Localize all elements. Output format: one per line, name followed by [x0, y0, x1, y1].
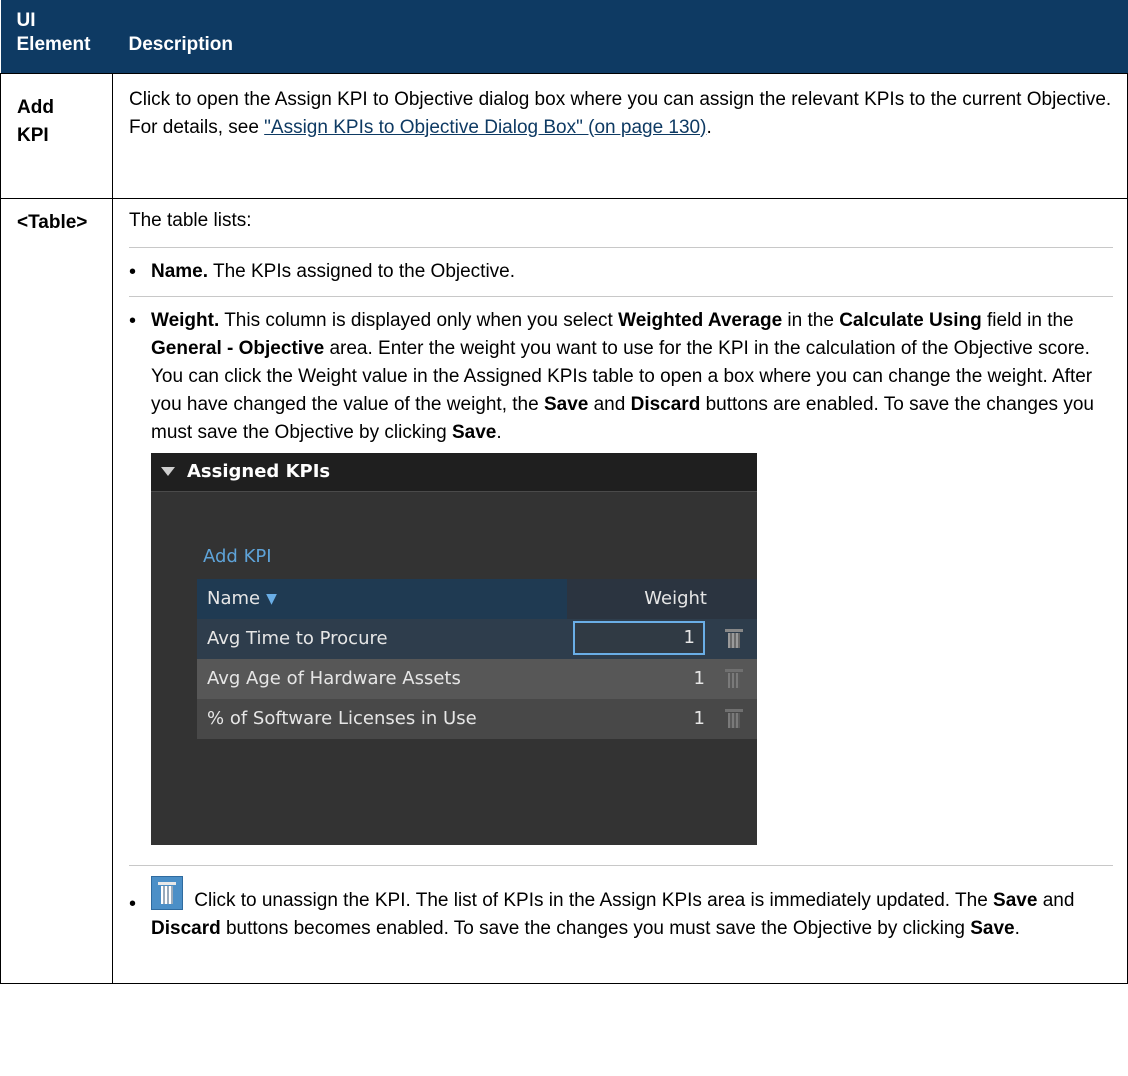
header-description: Description [112, 0, 1128, 73]
table-row[interactable]: Avg Age of Hardware Assets 1 [197, 658, 757, 699]
kpi-name: Avg Time to Procure [207, 627, 388, 649]
bullet-icon: • [129, 260, 137, 283]
description-table: The table lists: • Name. The KPIs assign… [112, 197, 1128, 984]
trash-icon[interactable] [725, 668, 743, 689]
collapse-triangle-icon[interactable] [161, 467, 175, 476]
list-item: • Weight. This column is displayed only … [129, 295, 1113, 865]
unassign-trash-icon [151, 875, 183, 910]
assigned-kpis-header[interactable]: Assigned KPIs [151, 452, 757, 492]
kpi-table: Name ▼ Weight Avg Time to Procure 1 Avg A… [197, 578, 757, 739]
kpi-table-header: Name ▼ Weight [197, 578, 757, 619]
sort-down-icon[interactable]: ▼ [266, 585, 277, 613]
assign-kpis-link[interactable]: "Assign KPIs to Objective Dialog Box" (o… [264, 117, 706, 138]
table-row: Add KPI Click to open the Assign KPI to O… [0, 72, 1128, 199]
add-kpi-link[interactable]: Add KPI [203, 543, 272, 571]
table-header-row: UI Element Description [0, 0, 1128, 73]
assigned-kpis-screenshot: Assigned KPIs Add KPI Name ▼ Weight Avg T… [151, 452, 757, 845]
list-item: • Name. The KPIs assigned to the Objecti… [129, 246, 1113, 296]
element-table: <Table> [0, 197, 113, 984]
name-column-header[interactable]: Name ▼ [197, 578, 567, 619]
kpi-weight[interactable]: 1 [567, 705, 717, 733]
element-add-kpi: Add KPI [0, 72, 113, 199]
table-row: <Table> The table lists: • Name. The KPI… [0, 197, 1128, 984]
kpi-name: % of Software Licenses in Use [207, 707, 477, 729]
weight-column-header[interactable]: Weight [567, 585, 717, 613]
table-row[interactable]: Avg Time to Procure 1 [197, 618, 757, 659]
table-intro: The table lists: [129, 209, 252, 231]
description-add-kpi: Click to open the Assign KPI to Objectiv… [112, 72, 1128, 199]
trash-icon[interactable] [725, 708, 743, 729]
list-item: • Click to unassign the KPI. The list of… [129, 864, 1113, 953]
kpi-weight[interactable]: 1 [567, 665, 717, 693]
bullet-icon: • [129, 892, 137, 915]
header-ui-element: UI Element [0, 0, 113, 73]
kpi-name: Avg Age of Hardware Assets [207, 667, 461, 689]
weight-input[interactable]: 1 [573, 620, 705, 655]
trash-icon[interactable] [725, 628, 743, 649]
bullet-icon: • [129, 309, 137, 332]
ui-element-table: UI Element Description Add KPI Click to op… [0, 0, 1128, 984]
table-row[interactable]: % of Software Licenses in Use 1 [197, 698, 757, 739]
assigned-kpis-title: Assigned KPIs [187, 460, 331, 482]
